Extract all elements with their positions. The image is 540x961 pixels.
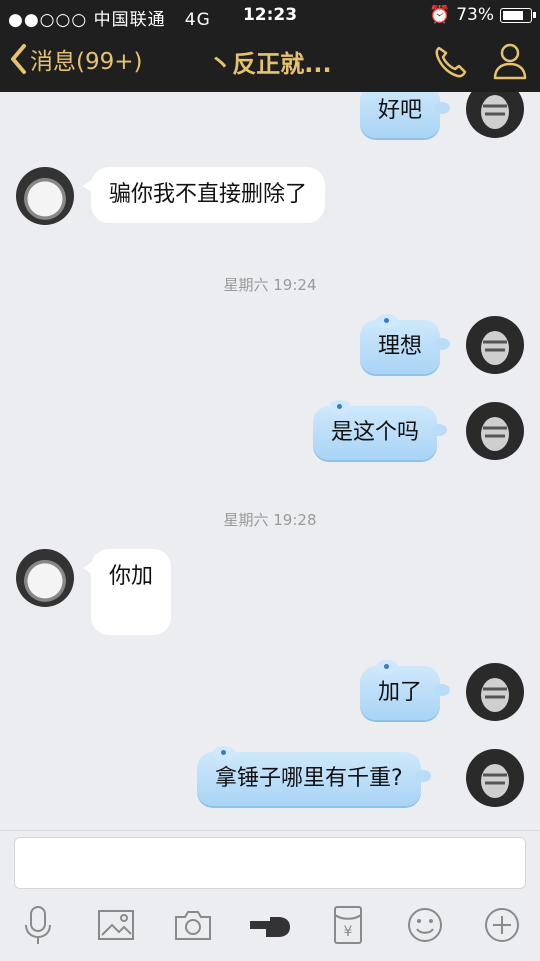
battery-icon [500, 7, 536, 23]
call-button[interactable] [430, 42, 470, 86]
message-bubble-out[interactable]: 拿锤子哪里有千重? [197, 746, 431, 806]
nav-bar: 消息(99+) 丶反正就... [0, 30, 540, 92]
message-text: 骗你我不直接删除了 [109, 182, 308, 207]
message-text: 你加 [109, 564, 154, 589]
profile-button[interactable] [490, 40, 530, 86]
contact-avatar[interactable] [16, 167, 74, 225]
plus-icon[interactable] [480, 903, 524, 947]
input-bar: ¥ [0, 830, 540, 961]
message-bubble-in[interactable]: 你加 [82, 549, 172, 635]
status-right: ⏰ 73% [429, 5, 536, 25]
image-icon[interactable] [94, 903, 138, 947]
message-text: 拿锤子哪里有千重? [215, 766, 403, 791]
message-text: 加了 [378, 680, 423, 705]
poke-hand-icon[interactable] [248, 903, 292, 947]
red-envelope-icon[interactable]: ¥ [326, 903, 370, 947]
battery-percent: 73% [456, 5, 494, 25]
camera-icon[interactable] [171, 903, 215, 947]
message-bubble-out[interactable]: 好吧 [360, 92, 451, 138]
microphone-icon[interactable] [16, 903, 60, 947]
phone-icon [435, 46, 467, 78]
alarm-icon: ⏰ [429, 5, 451, 25]
timestamp: 星期六 19:28 [223, 511, 317, 529]
message-text: 好吧 [378, 98, 423, 123]
my-avatar[interactable] [466, 92, 524, 138]
message-text: 理想 [378, 334, 423, 359]
chat-area[interactable]: 好吧 骗你我不直接删除了 星期六 19:24 理想 是这个吗 星期六 19:28… [0, 92, 540, 830]
message-text: 是这个吗 [331, 420, 420, 445]
contact-avatar[interactable] [16, 549, 74, 607]
message-input[interactable] [14, 837, 526, 889]
my-avatar[interactable] [466, 749, 524, 807]
emoji-icon[interactable] [403, 903, 447, 947]
svg-text:¥: ¥ [344, 924, 353, 940]
my-avatar[interactable] [466, 316, 524, 374]
message-bubble-out[interactable]: 加了 [360, 660, 451, 720]
person-icon [493, 43, 527, 80]
message-bubble-out[interactable]: 是这个吗 [313, 400, 448, 460]
message-bubble-in[interactable]: 骗你我不直接删除了 [82, 167, 326, 223]
status-bar: ●●○○○ 中国联通 4G 12:23 ⏰ 73% [0, 0, 540, 30]
my-avatar[interactable] [466, 663, 524, 721]
message-bubble-out[interactable]: 理想 [360, 314, 451, 374]
my-avatar[interactable] [466, 402, 524, 460]
timestamp: 星期六 19:24 [223, 276, 317, 294]
